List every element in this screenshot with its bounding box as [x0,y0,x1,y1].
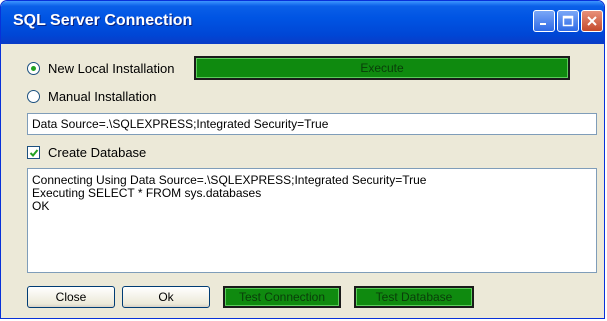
window-title: SQL Server Connection [13,12,193,29]
new-local-label: New Local Installation [48,61,175,76]
close-window-button[interactable] [581,10,603,32]
create-database-option[interactable]: Create Database [27,145,146,160]
create-database-label: Create Database [48,145,147,160]
radio-selected-dot [31,66,36,71]
sql-server-connection-window: SQL Server Connection New Local Installa… [0,0,605,319]
log-line: Executing SELECT * FROM sys.databases [32,186,262,200]
new-local-installation-option[interactable]: New Local Installation [27,61,174,76]
manual-radio[interactable] [27,90,40,103]
connection-string-input[interactable]: Data Source=.\SQLEXPRESS;Integrated Secu… [27,113,597,135]
test-connection-button[interactable]: Test Connection [223,286,341,308]
output-log[interactable]: Connecting Using Data Source=.\SQLEXPRES… [27,168,597,273]
close-icon [587,16,597,26]
minimize-icon [540,23,546,25]
checkmark-icon [29,148,38,157]
test-database-button[interactable]: Test Database [354,286,474,308]
maximize-button[interactable] [557,10,579,32]
maximize-icon [562,15,574,27]
new-local-radio[interactable] [27,62,40,75]
manual-installation-option[interactable]: Manual Installation [27,89,156,104]
log-line: OK [32,199,50,213]
execute-button[interactable]: Execute [194,56,570,80]
title-bar[interactable]: SQL Server Connection [1,1,604,44]
minimize-button[interactable] [533,10,555,32]
manual-label: Manual Installation [48,89,157,104]
dialog-content: New Local Installation Execute Manual In… [4,44,601,315]
create-database-checkbox[interactable] [27,146,40,159]
close-button[interactable]: Close [27,286,115,308]
ok-button[interactable]: Ok [122,286,210,308]
